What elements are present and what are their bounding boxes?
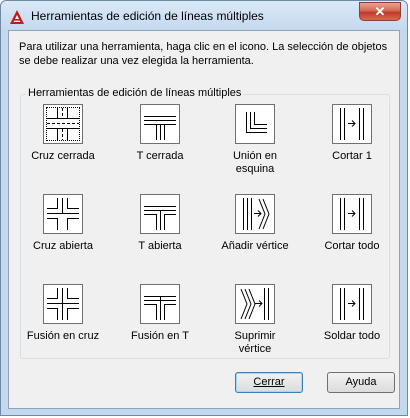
tool-label: Cruz abierta [33, 240, 93, 252]
tool-merged-cross: Fusión en cruz [18, 284, 108, 343]
tool-label: Añadir vértice [221, 240, 289, 252]
tool-label: Unión en esquina [232, 150, 278, 175]
closed-tee-icon [144, 116, 176, 140]
tool-weld-all: Soldar todo [307, 284, 397, 343]
merged-cross-button[interactable] [43, 284, 83, 324]
closed-cross-icon [47, 108, 79, 140]
merged-tee-button[interactable] [140, 284, 180, 324]
tools-group: Herramientas de edición de líneas múltip… [18, 87, 390, 359]
title-bar[interactable]: Herramientas de edición de líneas múltip… [1, 1, 407, 31]
tool-cut-all: Cortar todo [307, 194, 397, 253]
instructions-text: Para utilizar una herramienta, haga clic… [19, 41, 388, 67]
tool-label: Cortar todo [324, 240, 380, 252]
tool-label: Cruz cerrada [31, 150, 95, 162]
tool-open-tee: T abierta [115, 194, 205, 253]
autocad-app-icon [10, 10, 24, 24]
close-button-label: Cerrar [253, 376, 285, 388]
tool-label: Cortar 1 [332, 150, 372, 162]
window-title: Herramientas de edición de líneas múltip… [31, 9, 264, 23]
delete-vertex-button[interactable] [235, 284, 275, 324]
open-tee-icon [144, 206, 176, 230]
tool-closed-cross: Cruz cerrada [18, 104, 108, 163]
tool-merged-tee: Fusión en T [115, 284, 205, 343]
tool-corner-joint: Unión en esquina [210, 104, 300, 176]
closed-tee-button[interactable] [140, 104, 180, 144]
open-cross-icon [47, 198, 79, 230]
delete-vertex-icon [240, 288, 269, 320]
add-vertex-icon [243, 198, 270, 230]
tool-label: Soldar todo [323, 330, 381, 342]
tool-cut-single: Cortar 1 [307, 104, 397, 163]
merged-cross-icon [47, 288, 79, 320]
weld-all-button[interactable] [332, 284, 372, 324]
help-button-label: Ayuda [345, 376, 377, 388]
close-icon: ✕ [374, 4, 386, 19]
corner-joint-icon [246, 112, 267, 133]
tool-delete-vertex: Suprimir vértice [210, 284, 300, 356]
tool-label: Suprimir vértice [234, 330, 276, 355]
close-button[interactable]: Cerrar [235, 372, 303, 393]
open-tee-button[interactable] [140, 194, 180, 234]
tool-open-cross: Cruz abierta [18, 194, 108, 253]
tool-label: Fusión en T [131, 330, 189, 342]
dialog-body: Para utilizar una herramienta, haga clic… [8, 30, 400, 409]
cut-all-button[interactable] [332, 194, 372, 234]
window-close-button[interactable]: ✕ [359, 2, 401, 21]
tool-add-vertex: Añadir vértice [210, 194, 300, 253]
tools-group-label: Herramientas de edición de líneas múltip… [26, 87, 244, 99]
tool-label: Fusión en cruz [26, 330, 100, 342]
help-button[interactable]: Ayuda [327, 372, 395, 393]
tool-label: T abierta [138, 240, 182, 252]
weld-all-icon [340, 288, 364, 320]
dialog-window: Herramientas de edición de líneas múltip… [0, 0, 408, 416]
corner-joint-button[interactable] [235, 104, 275, 144]
tool-label: T cerrada [136, 150, 184, 162]
add-vertex-button[interactable] [235, 194, 275, 234]
merged-tee-icon [144, 296, 176, 320]
tool-closed-tee: T cerrada [115, 104, 205, 163]
open-cross-button[interactable] [43, 194, 83, 234]
cut-single-button[interactable] [332, 104, 372, 144]
closed-cross-button[interactable] [43, 104, 83, 144]
cut-all-icon [340, 198, 364, 230]
cut-single-icon [340, 108, 364, 140]
